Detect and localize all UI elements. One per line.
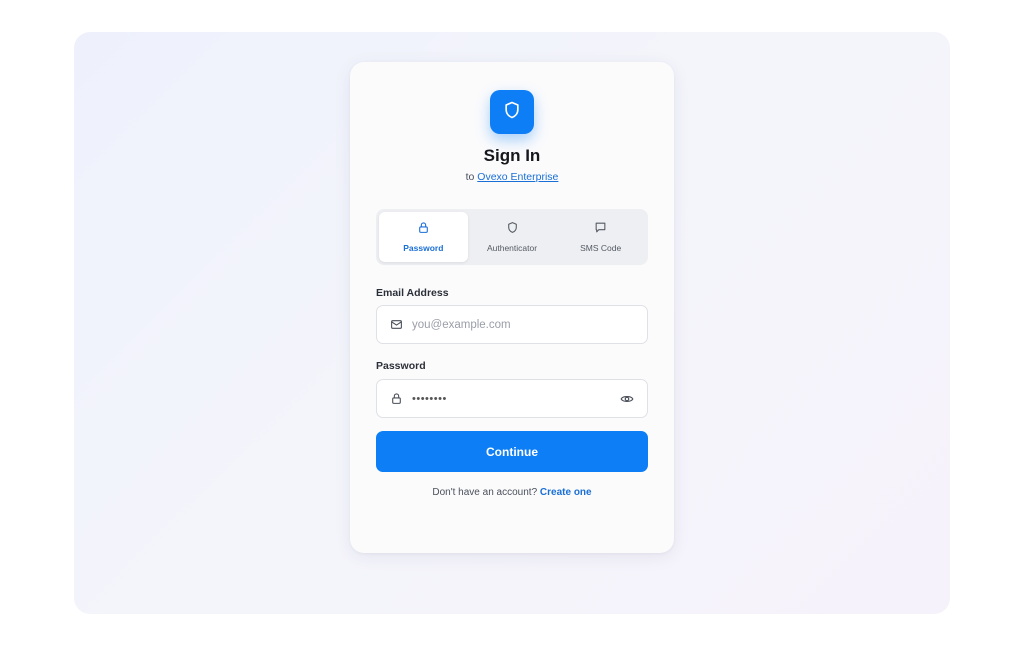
tab-label: SMS Code	[580, 243, 622, 253]
tab-password[interactable]: Password	[379, 212, 468, 262]
shield-icon	[502, 100, 522, 125]
email-field-wrapper	[376, 305, 648, 344]
eye-icon[interactable]	[619, 392, 635, 406]
page-title: Sign In	[483, 146, 541, 165]
tab-sms-code[interactable]: SMS Code	[556, 212, 645, 262]
auth-method-tabs: Password Authenticator SMS Code	[376, 209, 648, 265]
continue-button[interactable]: Continue	[376, 431, 648, 472]
lock-icon	[417, 221, 430, 236]
shield-icon	[506, 221, 519, 236]
subtitle-prefix: to	[465, 171, 475, 183]
password-label: Password	[376, 360, 426, 372]
org-link[interactable]: Ovexo Enterprise	[477, 171, 558, 183]
subtitle: to Ovexo Enterprise	[350, 171, 674, 183]
password-field-wrapper: ••••••••	[376, 379, 648, 418]
email-label: Email Address	[376, 287, 449, 299]
create-account-link[interactable]: Create one	[540, 487, 592, 498]
sign-in-card: Sign In to Ovexo Enterprise Password Aut…	[350, 62, 674, 553]
app-logo	[490, 90, 534, 134]
message-icon	[594, 221, 607, 236]
password-field[interactable]: ••••••••	[412, 393, 619, 405]
tab-label: Authenticator	[486, 243, 538, 253]
signup-prompt: Don't have an account? Create one	[350, 487, 674, 498]
email-field[interactable]	[412, 318, 635, 331]
mail-icon	[389, 318, 403, 332]
tab-authenticator[interactable]: Authenticator	[468, 212, 557, 262]
tab-label: Password	[403, 243, 444, 253]
lock-icon	[389, 392, 403, 406]
signup-prompt-text: Don't have an account?	[432, 487, 538, 498]
